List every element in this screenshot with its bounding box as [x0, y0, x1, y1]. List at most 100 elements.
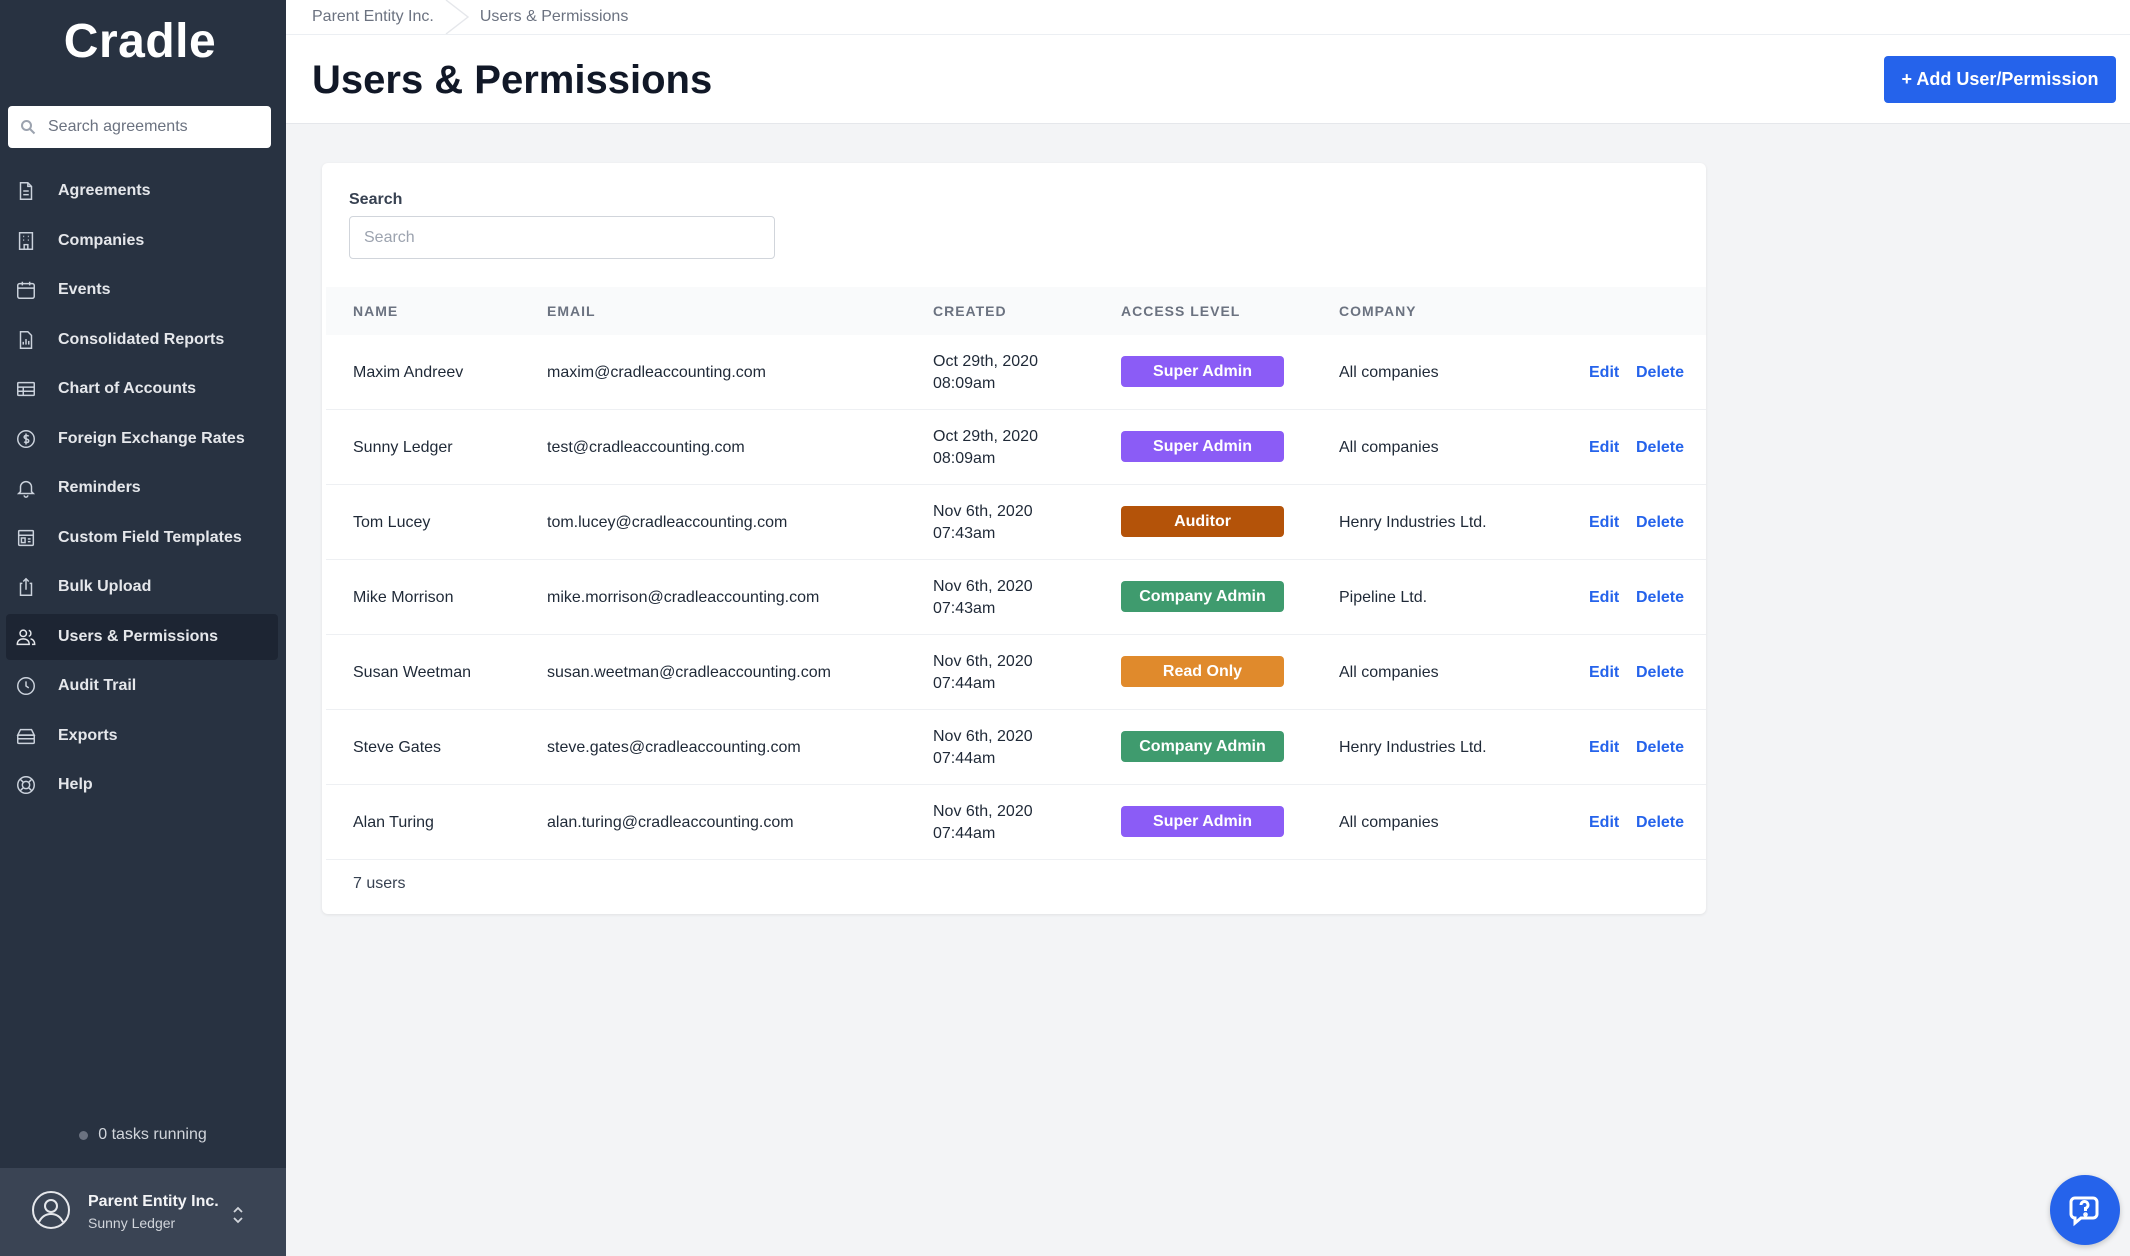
- edit-link[interactable]: Edit: [1589, 560, 1619, 635]
- edit-link[interactable]: Edit: [1589, 785, 1619, 860]
- sidebar-item-label: Users & Permissions: [58, 627, 219, 645]
- sidebar-item-exports[interactable]: Exports: [6, 713, 278, 759]
- table-row: Alan Turing alan.turing@cradleaccounting.…: [326, 785, 1706, 860]
- breadcrumb-item-parent[interactable]: Parent Entity Inc.: [312, 8, 434, 26]
- created-time: 07:43am: [933, 524, 996, 542]
- search-icon: [21, 120, 36, 135]
- sidebar-search-placeholder: Search agreements: [48, 118, 188, 135]
- created-date: Nov 6th, 2020: [933, 577, 1033, 595]
- edit-link[interactable]: Edit: [1589, 410, 1619, 485]
- access-level-badge: Company Admin: [1121, 581, 1284, 612]
- created-cell: Nov 6th, 2020 07:44am: [933, 785, 1033, 860]
- delete-link[interactable]: Delete: [1636, 485, 1684, 560]
- sidebar-item-label: Companies: [58, 231, 145, 249]
- sidebar-item-label: Consolidated Reports: [58, 330, 225, 348]
- user-name: Sunny Ledger: [353, 438, 453, 456]
- building-icon: [14, 229, 38, 253]
- app-logo[interactable]: Cradle: [0, 14, 280, 69]
- created-date: Oct 29th, 2020: [933, 352, 1038, 370]
- page-title: Users & Permissions: [312, 58, 713, 102]
- sidebar-item-label: Events: [58, 281, 111, 298]
- sidebar-item-consolidated-reports[interactable]: Consolidated Reports: [6, 317, 278, 363]
- table-header: NAME EMAIL CREATED ACCESS LEVEL COMPANY: [326, 287, 1706, 335]
- table-row: Sunny Ledger test@cradleaccounting.com Oct…: [326, 410, 1706, 485]
- created-cell: Nov 6th, 2020 07:44am: [933, 710, 1033, 785]
- sidebar-item-custom-field-templates[interactable]: Custom Field Templates: [6, 515, 278, 561]
- status-dot-icon: [79, 1130, 89, 1140]
- delete-link[interactable]: Delete: [1636, 785, 1684, 860]
- breadcrumb: Parent Entity Inc. Users & Permissions: [312, 0, 628, 34]
- access-level-badge: Read Only: [1121, 656, 1284, 687]
- archive-icon: [14, 724, 38, 748]
- page-header: Parent Entity Inc. Users & Permissions U…: [286, 0, 2130, 124]
- help-chat-button[interactable]: [2050, 1175, 2120, 1245]
- access-level-badge: Super Admin: [1121, 431, 1284, 462]
- access-level-badge: Auditor: [1121, 506, 1284, 537]
- access-level-badge: Company Admin: [1121, 731, 1284, 762]
- users-search-input[interactable]: [349, 216, 775, 259]
- user-company: All companies: [1339, 663, 1439, 681]
- sidebar-item-audit-trail[interactable]: Audit Trail: [6, 663, 278, 709]
- sidebar-item-chart-of-accounts[interactable]: Chart of Accounts: [6, 366, 278, 412]
- template-icon: [14, 526, 38, 550]
- created-cell: Nov 6th, 2020 07:43am: [933, 485, 1033, 560]
- users-card: Search NAME EMAIL CREATED ACCESS LEVEL C…: [322, 163, 1706, 914]
- user-avatar-icon: [30, 1189, 72, 1236]
- edit-link[interactable]: Edit: [1589, 635, 1619, 710]
- column-header-access-level: ACCESS LEVEL: [1121, 303, 1241, 319]
- sidebar-item-reminders[interactable]: Reminders: [6, 465, 278, 511]
- lifebuoy-icon: [14, 773, 38, 797]
- user-email: tom.lucey@cradleaccounting.com: [547, 513, 788, 531]
- sidebar-item-foreign-exchange-rates[interactable]: Foreign Exchange Rates: [6, 416, 278, 462]
- user-email: mike.morrison@cradleaccounting.com: [547, 588, 820, 606]
- user-email: maxim@cradleaccounting.com: [547, 363, 766, 381]
- calendar-icon: [14, 278, 38, 302]
- breadcrumb-item-current: Users & Permissions: [479, 8, 629, 25]
- chevron-up-down-icon: [233, 1206, 243, 1224]
- sidebar-search-input[interactable]: Search agreements: [8, 106, 271, 148]
- created-cell: Oct 29th, 2020 08:09am: [933, 410, 1038, 485]
- created-time: 07:44am: [933, 749, 996, 767]
- created-cell: Oct 29th, 2020 08:09am: [933, 335, 1038, 410]
- created-date: Nov 6th, 2020: [933, 652, 1033, 670]
- user-name: Tom Lucey: [353, 513, 431, 531]
- sidebar-item-label: Audit Trail: [58, 677, 137, 694]
- table-row: Tom Lucey tom.lucey@cradleaccounting.com N…: [326, 485, 1706, 560]
- edit-link[interactable]: Edit: [1589, 485, 1619, 560]
- edit-link[interactable]: Edit: [1589, 335, 1619, 410]
- column-header-created: CREATED: [933, 303, 1007, 319]
- user-name: Susan Weetman: [353, 663, 471, 681]
- account-switcher[interactable]: Parent Entity Inc. Sunny Ledger: [0, 1168, 286, 1256]
- sidebar-item-companies[interactable]: Companies: [6, 218, 278, 264]
- created-time: 07:44am: [933, 674, 996, 692]
- created-date: Oct 29th, 2020: [933, 427, 1038, 445]
- sidebar: Cradle Search agreements Agreements Comp…: [0, 0, 286, 1256]
- delete-link[interactable]: Delete: [1636, 635, 1684, 710]
- column-header-name: NAME: [353, 303, 399, 319]
- created-date: Nov 6th, 2020: [933, 802, 1033, 820]
- sidebar-item-agreements[interactable]: Agreements: [6, 168, 278, 214]
- created-time: 08:09am: [933, 449, 996, 467]
- sidebar-item-label: Help: [58, 776, 93, 793]
- tasks-status: 0 tasks running: [0, 1126, 286, 1144]
- currency-icon: [14, 427, 38, 451]
- sidebar-item-help[interactable]: Help: [6, 762, 278, 808]
- delete-link[interactable]: Delete: [1636, 560, 1684, 635]
- delete-link[interactable]: Delete: [1636, 335, 1684, 410]
- user-email: test@cradleaccounting.com: [547, 438, 745, 456]
- clock-icon: [14, 674, 38, 698]
- sidebar-item-users-permissions[interactable]: Users & Permissions: [6, 613, 278, 660]
- user-name: Alan Turing: [353, 813, 434, 831]
- sidebar-item-label: Reminders: [58, 479, 141, 496]
- user-email: susan.weetman@cradleaccounting.com: [547, 663, 831, 681]
- edit-link[interactable]: Edit: [1589, 710, 1619, 785]
- document-icon: [14, 179, 38, 203]
- created-cell: Nov 6th, 2020 07:44am: [933, 635, 1033, 710]
- sidebar-item-label: Custom Field Templates: [58, 528, 242, 546]
- sidebar-item-events[interactable]: Events: [6, 267, 278, 313]
- sidebar-item-bulk-upload[interactable]: Bulk Upload: [6, 564, 278, 610]
- delete-link[interactable]: Delete: [1636, 710, 1684, 785]
- user-name: Mike Morrison: [353, 588, 454, 606]
- add-user-permission-button[interactable]: + Add User/Permission: [1884, 56, 2116, 103]
- delete-link[interactable]: Delete: [1636, 410, 1684, 485]
